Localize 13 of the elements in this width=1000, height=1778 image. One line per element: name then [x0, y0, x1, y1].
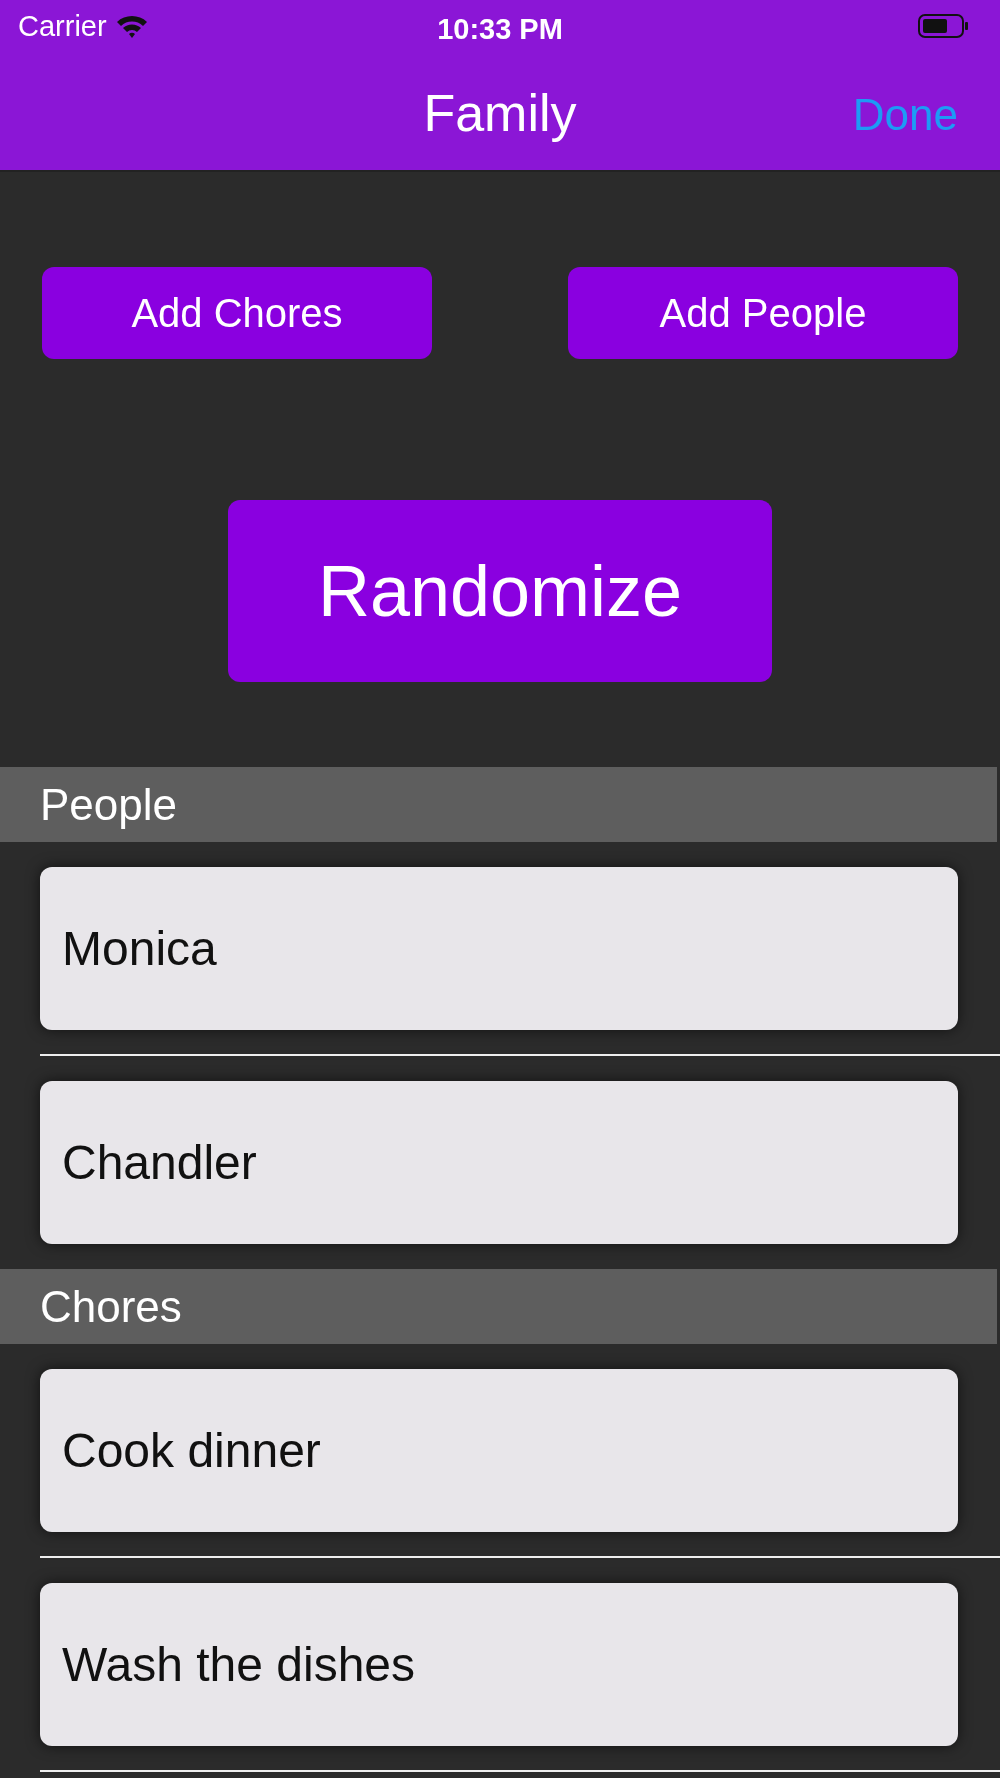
section-header: Chores — [0, 1269, 997, 1344]
list-cell[interactable]: Chandler — [40, 1081, 958, 1244]
add-button[interactable]: Add People — [568, 267, 958, 359]
randomize-button[interactable]: Randomize — [228, 500, 772, 682]
list-cell[interactable]: Monica — [40, 867, 958, 1030]
carrier-name: Carrier — [18, 9, 107, 44]
nav-title: Family — [423, 83, 577, 144]
add-button[interactable]: Add Chores — [42, 267, 432, 359]
status-time: 10:33 PM — [437, 12, 563, 47]
list-cell[interactable]: Cook dinner — [40, 1369, 958, 1532]
section-header: People — [0, 767, 997, 842]
list-cell[interactable]: Wash the dishes — [40, 1583, 958, 1746]
battery-icon — [918, 13, 970, 39]
